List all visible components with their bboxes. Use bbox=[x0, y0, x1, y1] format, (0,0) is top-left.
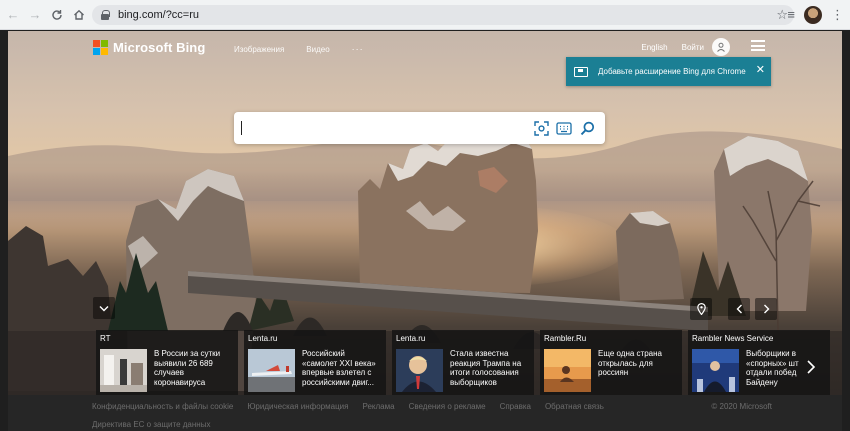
extension-icon bbox=[574, 66, 588, 77]
page-footer: Конфиденциальность и файлы cookie Юридич… bbox=[8, 395, 842, 431]
news-carousel: RT В России за сутки выявили 26 689 случ… bbox=[96, 330, 842, 395]
footer-link-privacy[interactable]: Конфиденциальность и файлы cookie bbox=[92, 402, 233, 411]
footer-link-eu-data[interactable]: Директива ЕС о защите данных bbox=[92, 420, 210, 429]
footer-copyright: © 2020 Microsoft bbox=[711, 402, 772, 411]
news-thumbnail bbox=[396, 349, 443, 392]
news-source: Rambler.Ru bbox=[544, 334, 587, 343]
news-source: Lenta.ru bbox=[396, 334, 426, 343]
microsoft-logo-icon bbox=[93, 40, 108, 55]
browser-menu-icon[interactable]: ⋮ bbox=[831, 6, 844, 24]
close-icon[interactable]: ✕ bbox=[756, 65, 765, 76]
next-image-icon[interactable] bbox=[755, 298, 777, 320]
news-headline[interactable]: Российский «самолет XXI века» впервые вз… bbox=[302, 349, 382, 387]
extension-banner[interactable]: Добавьте расширение Bing для Chrome ✕ bbox=[566, 57, 771, 86]
reload-icon[interactable] bbox=[48, 6, 66, 24]
news-source: Rambler News Service bbox=[692, 334, 774, 343]
news-card[interactable]: Lenta.ru Стала известна реакция Трампа н… bbox=[392, 330, 534, 395]
nav-video-link[interactable]: Видео bbox=[306, 45, 329, 54]
address-bar[interactable]: bing.com/?cc=ru ☆ bbox=[92, 5, 794, 25]
news-headline[interactable]: Еще одна страна открылась для россиян bbox=[598, 349, 678, 378]
footer-link-legal[interactable]: Юридическая информация bbox=[247, 402, 348, 411]
news-thumbnail bbox=[248, 349, 295, 392]
header-actions: English Войти bbox=[641, 38, 730, 56]
news-card[interactable]: RT В России за сутки выявили 26 689 случ… bbox=[96, 330, 238, 395]
footer-link-about-ads[interactable]: Сведения о рекламе bbox=[409, 402, 486, 411]
bing-brand-name: Microsoft Bing bbox=[113, 40, 206, 55]
search-input[interactable] bbox=[242, 118, 522, 138]
news-next-arrow-icon[interactable] bbox=[806, 359, 828, 380]
footer-link-feedback[interactable]: Обратная связь bbox=[545, 402, 604, 411]
previous-image-icon[interactable] bbox=[728, 298, 750, 320]
profile-avatar-icon[interactable] bbox=[804, 6, 822, 24]
bing-logo[interactable]: Microsoft Bing bbox=[93, 40, 205, 55]
collapse-news-chevron-icon[interactable] bbox=[93, 297, 115, 319]
news-card[interactable]: Lenta.ru Российский «самолет XXI века» в… bbox=[244, 330, 386, 395]
search-icon[interactable] bbox=[579, 120, 595, 136]
back-arrow-icon[interactable]: ← bbox=[4, 6, 22, 24]
lock-icon bbox=[100, 10, 110, 20]
hamburger-menu-icon[interactable] bbox=[751, 40, 765, 51]
visual-search-icon[interactable] bbox=[533, 120, 549, 136]
news-card[interactable]: Rambler.Ru Еще одна страна открылась для… bbox=[540, 330, 682, 395]
footer-links: Конфиденциальность и файлы cookie Юридич… bbox=[92, 402, 604, 411]
news-thumbnail bbox=[544, 349, 591, 392]
keyboard-icon[interactable] bbox=[556, 120, 572, 136]
user-icon[interactable] bbox=[712, 38, 730, 56]
url-text: bing.com/?cc=ru bbox=[118, 9, 200, 21]
footer-link-advertising[interactable]: Реклама bbox=[362, 402, 394, 411]
nav-more-link[interactable]: ··· bbox=[352, 44, 364, 54]
language-link[interactable]: English bbox=[641, 43, 667, 52]
search-tools bbox=[533, 120, 595, 136]
news-headline[interactable]: Стала известна реакция Трампа на итоги г… bbox=[450, 349, 530, 387]
location-pin-icon[interactable] bbox=[690, 298, 712, 320]
news-headline[interactable]: В России за сутки выявили 26 689 случаев… bbox=[154, 349, 234, 387]
home-icon[interactable] bbox=[70, 6, 88, 24]
bing-nav: Изображения Видео ··· bbox=[234, 44, 364, 54]
footer-link-help[interactable]: Справка bbox=[500, 402, 531, 411]
bookmark-star-icon[interactable]: ☆ bbox=[776, 7, 788, 23]
extension-banner-text[interactable]: Добавьте расширение Bing для Chrome bbox=[598, 67, 746, 76]
nav-images-link[interactable]: Изображения bbox=[234, 45, 284, 54]
news-source: Lenta.ru bbox=[248, 334, 278, 343]
search-box[interactable] bbox=[234, 112, 605, 144]
browser-actions: ≡ ⋮ bbox=[787, 6, 844, 24]
bing-homepage: Microsoft Bing Изображения Видео ··· Eng… bbox=[8, 31, 842, 431]
news-source: RT bbox=[100, 334, 111, 343]
reading-list-icon[interactable]: ≡ bbox=[787, 6, 795, 24]
browser-window: ← → bing.com/?cc=ru ☆ ≡ ⋮ Microsoft Bing… bbox=[0, 0, 850, 431]
browser-toolbar: ← → bing.com/?cc=ru ☆ ≡ ⋮ bbox=[0, 0, 850, 30]
forward-arrow-icon[interactable]: → bbox=[26, 6, 44, 24]
signin-link[interactable]: Войти bbox=[682, 43, 704, 52]
news-thumbnail bbox=[100, 349, 147, 392]
news-thumbnail bbox=[692, 349, 739, 392]
